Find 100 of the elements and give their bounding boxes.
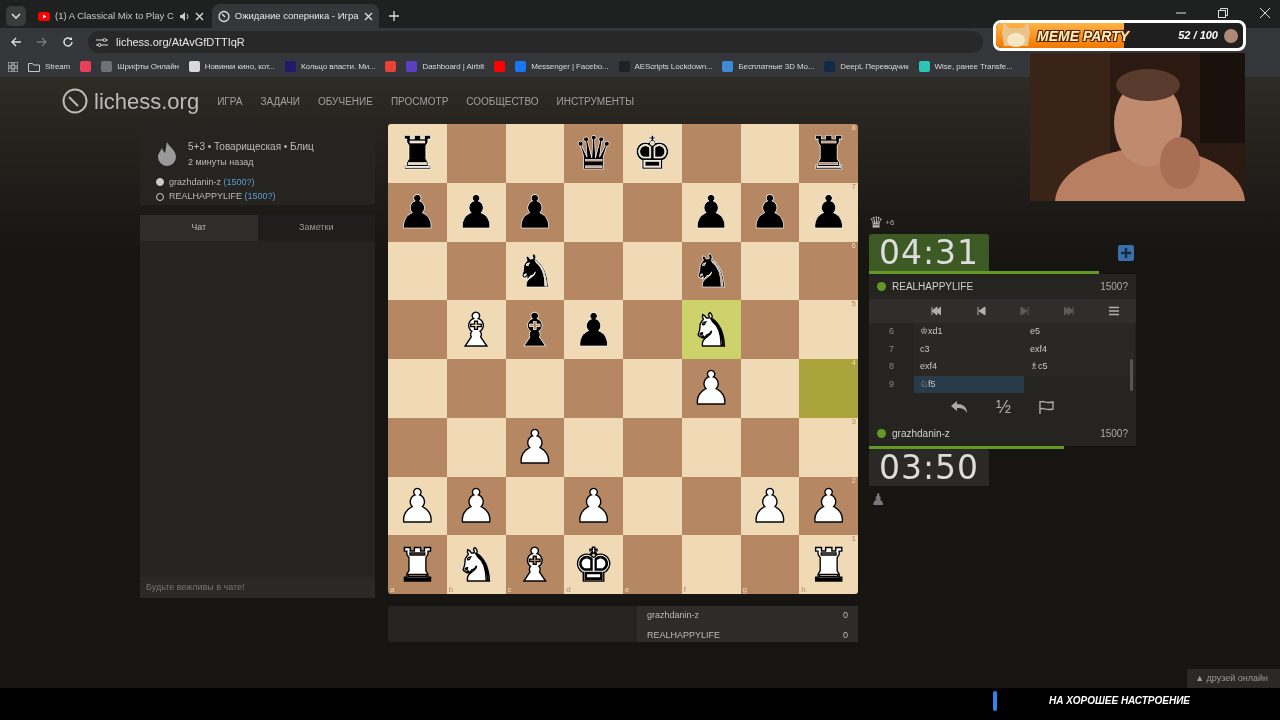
pawn-icon[interactable]: ♟	[514, 189, 556, 236]
bishop-icon[interactable]: ♝	[514, 306, 556, 353]
board-square[interactable]: ♟	[388, 182, 447, 242]
rook-icon[interactable]: ♜	[808, 130, 850, 177]
rook-icon[interactable]: ♜	[396, 130, 438, 177]
browser-tab[interactable]: Ожидание соперника - Игра	[211, 4, 379, 28]
board-square[interactable]	[740, 124, 800, 183]
site-settings-icon[interactable]	[96, 37, 108, 47]
player-name[interactable]: REALHAPPYLIFE	[892, 279, 974, 294]
player-name[interactable]: grazhdanin-z	[892, 426, 950, 441]
bookmark[interactable]: Бесплатные 3D Мо...	[722, 60, 815, 73]
rank-label: 5	[851, 300, 856, 309]
dropdown-icon[interactable]	[6, 6, 26, 26]
board-square[interactable]	[505, 359, 565, 418]
board-square[interactable]	[740, 417, 800, 477]
board-square[interactable]	[740, 359, 800, 418]
bookmark[interactable]: Stream	[28, 60, 71, 73]
bookmark-icon[interactable]	[385, 61, 397, 72]
apps-icon[interactable]	[8, 61, 18, 72]
site-logo[interactable]: lichess.org	[62, 84, 200, 118]
menu-icon[interactable]	[1108, 306, 1119, 316]
nav-link[interactable]: ИГРА	[217, 93, 243, 109]
board-square[interactable]: ♞	[681, 241, 741, 301]
board-square[interactable]: ♝	[505, 300, 565, 359]
browser-tab[interactable]: (1) A Classical Mix to Play C	[32, 4, 210, 28]
restore-icon[interactable]	[1218, 8, 1228, 18]
scrollbar[interactable]	[1130, 359, 1133, 391]
board-square[interactable]: ♛	[564, 124, 623, 183]
move[interactable]: exf4	[914, 358, 1024, 376]
flag-icon[interactable]	[1039, 400, 1055, 414]
bookmark[interactable]: Шрифты Онлайн	[101, 60, 179, 73]
board-square[interactable]	[681, 476, 741, 536]
pawn-icon[interactable]: ♟	[573, 306, 615, 353]
bookmark[interactable]: Dashboard | Airbit	[406, 60, 485, 73]
board-square[interactable]	[740, 241, 800, 301]
board-square[interactable]	[446, 241, 506, 301]
knight-icon[interactable]: ♞	[690, 247, 732, 294]
bookmark[interactable]: Messenger | Facebo...	[515, 60, 609, 73]
chat-tab[interactable]: Заметки	[257, 215, 375, 241]
board-square[interactable]: ♟	[681, 182, 741, 242]
nav-link[interactable]: ЗАДАЧИ	[260, 93, 300, 109]
move[interactable]: e5	[1024, 323, 1134, 341]
board-square[interactable]	[623, 476, 682, 536]
close-icon[interactable]	[1260, 8, 1270, 18]
add-time-icon[interactable]	[1118, 244, 1134, 261]
king-icon[interactable]: ♚	[631, 130, 673, 177]
nav-link[interactable]: ОБУЧЕНИЕ	[318, 93, 373, 109]
pawn-icon[interactable]: ♟	[690, 189, 732, 236]
nav-link[interactable]: СООБЩЕСТВО	[466, 93, 539, 109]
board-square[interactable]	[623, 241, 682, 301]
back-icon[interactable]	[10, 36, 22, 48]
pawn-icon[interactable]: ♟	[749, 189, 791, 236]
friends-online-button[interactable]: ▲ друзей онлайн	[1187, 668, 1280, 688]
forward-icon[interactable]	[36, 36, 48, 48]
pawn-icon[interactable]: ♟	[396, 189, 438, 236]
board-square[interactable]: ♟	[564, 300, 623, 359]
board-square[interactable]: ♟	[446, 182, 506, 242]
bookmark[interactable]: Wise, ранее Transfe...	[918, 60, 1013, 73]
pawn-icon[interactable]: ♟	[808, 189, 850, 236]
queen-icon[interactable]: ♛	[573, 130, 615, 177]
player-link[interactable]: grazhdanin-z (1500?)	[169, 175, 255, 189]
captured-pawn-icon: ♟	[871, 492, 886, 508]
takeback-icon[interactable]	[950, 400, 968, 414]
bookmark-icon[interactable]	[80, 61, 92, 72]
bookmark[interactable]: Новинки кино, кот...	[188, 60, 275, 73]
previous-move-icon[interactable]	[975, 306, 986, 316]
board-square[interactable]	[388, 241, 447, 301]
close-icon[interactable]	[363, 11, 373, 21]
speaker-icon[interactable]	[178, 10, 190, 22]
move[interactable]: ♗c5	[1024, 358, 1134, 376]
draw-offer-button[interactable]: ½	[996, 393, 1011, 421]
pawn-icon[interactable]: ♟	[455, 189, 497, 236]
board-square[interactable]	[564, 241, 623, 301]
board-square[interactable]: ♞	[505, 241, 565, 301]
bookmark-icon[interactable]	[494, 61, 506, 72]
new-tab-icon[interactable]	[388, 11, 399, 21]
board-square[interactable]: ♚	[623, 124, 682, 183]
board-square[interactable]	[740, 300, 800, 359]
nav-link[interactable]: ПРОСМОТР	[390, 93, 449, 109]
knight-icon[interactable]: ♞	[514, 247, 556, 294]
board-square[interactable]: ♜	[388, 124, 447, 183]
board-square[interactable]	[505, 124, 565, 183]
bookmark[interactable]: DeepL Переводчик	[824, 60, 909, 73]
board-square[interactable]	[681, 417, 741, 477]
address-bar[interactable]: lichess.org/AtAvGfDTTIqR	[88, 31, 983, 53]
board-square[interactable]: ♟	[505, 182, 565, 242]
player-link[interactable]: REALHAPPYLIFE (1500?)	[169, 190, 276, 204]
bookmark[interactable]: AEScripts Lockdown...	[618, 60, 713, 73]
chat-tab[interactable]: Чат	[140, 215, 258, 241]
first-move-icon[interactable]	[931, 306, 942, 316]
rank-label: 2	[851, 476, 856, 485]
bookmark[interactable]: Кольцо власти. Ми...	[285, 60, 376, 73]
close-icon[interactable]	[194, 11, 204, 21]
reload-icon[interactable]	[62, 36, 74, 48]
move[interactable]: ♔xd1	[914, 323, 1024, 341]
nav-link[interactable]: ИНСТРУМЕНТЫ	[556, 93, 634, 109]
board-square[interactable]: ♟	[740, 182, 800, 242]
board-square[interactable]	[505, 476, 565, 536]
chat-input[interactable]: Будьте вежливы в чате!	[140, 576, 375, 598]
board-square[interactable]	[446, 417, 506, 477]
